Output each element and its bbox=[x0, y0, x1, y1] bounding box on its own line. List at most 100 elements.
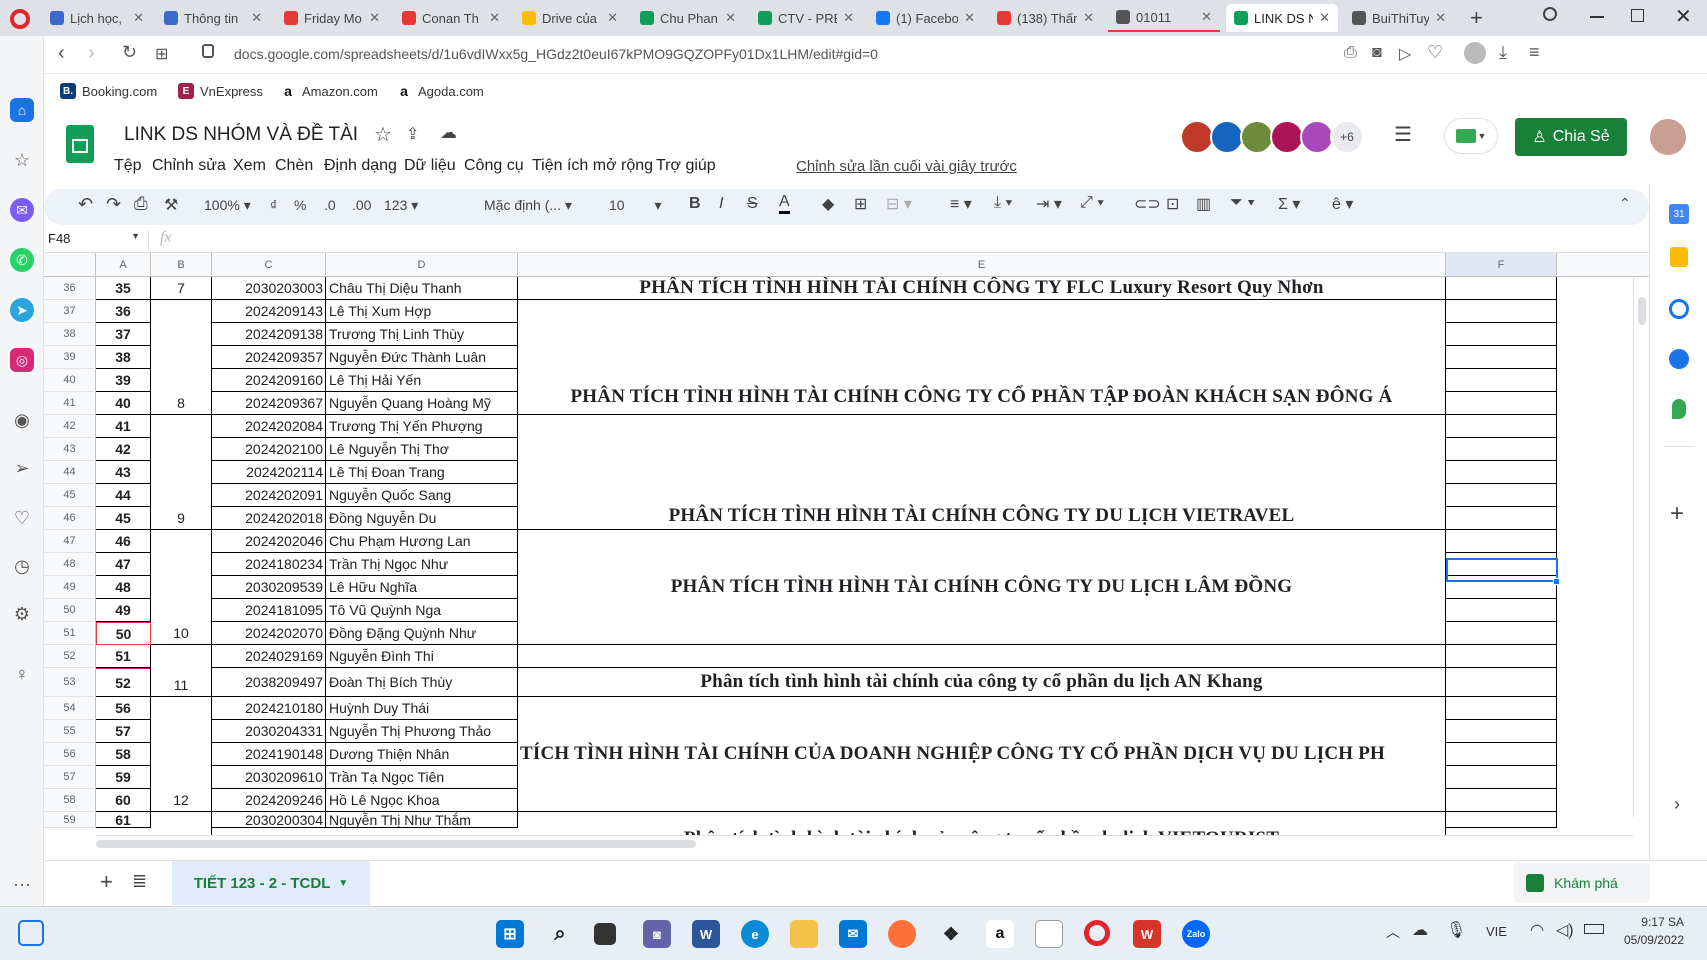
row-header[interactable]: 42 bbox=[44, 415, 96, 438]
topic-cell[interactable]: PHÂN TÍCH TÌNH HÌNH TÀI CHÍNH CÔNG TY DU… bbox=[518, 530, 1446, 645]
zalo-icon[interactable]: Zalo bbox=[1182, 920, 1210, 948]
paint-format-icon[interactable]: ⚒ bbox=[164, 195, 178, 215]
close-tab-icon[interactable]: ✕ bbox=[1435, 10, 1446, 26]
student-name-cell[interactable]: Trương Thị Linh Thùy bbox=[326, 323, 518, 346]
bookmark-agoda[interactable]: a Agoda.com bbox=[396, 83, 484, 99]
student-name-cell[interactable]: Nguyễn Thị Như Thắm bbox=[326, 812, 518, 828]
increase-decimal-button[interactable]: .00 bbox=[352, 197, 371, 213]
document-icon[interactable] bbox=[1035, 920, 1063, 948]
tab-overview-icon[interactable]: ⊞ bbox=[155, 44, 168, 64]
row-header[interactable]: 45 bbox=[44, 484, 96, 507]
browser-tab[interactable]: Thông tin ✕ bbox=[156, 4, 270, 32]
empty-cell[interactable] bbox=[1446, 530, 1557, 553]
opera-icon[interactable] bbox=[1084, 920, 1110, 946]
student-name-cell[interactable]: Nguyễn Quốc Sang bbox=[326, 484, 518, 507]
avatar[interactable] bbox=[1270, 120, 1304, 154]
calendar-icon[interactable]: 31 bbox=[1669, 204, 1689, 224]
empty-cell[interactable] bbox=[1446, 461, 1557, 484]
empty-cell[interactable] bbox=[1446, 645, 1557, 668]
zoom-select[interactable]: 100% ▾ bbox=[204, 197, 251, 214]
stt-cell[interactable]: 49 bbox=[96, 599, 151, 622]
volume-icon[interactable]: ◁) bbox=[1556, 920, 1574, 940]
menu-item[interactable]: Công cụ bbox=[464, 157, 524, 175]
empty-cell[interactable] bbox=[1446, 484, 1557, 507]
all-sheets-button[interactable]: ≣ bbox=[132, 871, 147, 892]
print-icon[interactable]: ⎙ bbox=[134, 194, 148, 214]
student-id-cell[interactable]: 2030204331 bbox=[212, 720, 326, 743]
stt-cell[interactable]: 50 bbox=[96, 622, 151, 645]
student-id-cell[interactable]: 2024209367 bbox=[212, 392, 326, 415]
add-addon-icon[interactable]: + bbox=[1670, 500, 1684, 528]
browser-tab[interactable]: (138) Thấm ✕ bbox=[989, 4, 1102, 32]
meet-button[interactable]: ▼ bbox=[1444, 118, 1498, 154]
empty-cell[interactable] bbox=[1446, 323, 1557, 346]
percent-format-button[interactable]: % bbox=[294, 197, 306, 213]
filter-icon[interactable]: ⏷ ▾ bbox=[1230, 194, 1255, 212]
topic-cell[interactable]: Phân tích tình hình tài chính của công t… bbox=[518, 668, 1446, 697]
language-indicator[interactable]: VIE bbox=[1486, 924, 1507, 939]
clock-time[interactable]: 9:17 SA bbox=[1620, 915, 1684, 929]
tray-chevron-icon[interactable]: ︿ bbox=[1386, 922, 1400, 942]
tasks-icon[interactable] bbox=[1669, 299, 1689, 319]
close-tab-icon[interactable]: ✕ bbox=[1201, 9, 1212, 25]
forward-icon[interactable]: › bbox=[88, 42, 95, 65]
close-tab-icon[interactable]: ✕ bbox=[964, 10, 975, 26]
student-name-cell[interactable]: Lê Thị Đoan Trang bbox=[326, 461, 518, 484]
empty-cell[interactable] bbox=[1446, 415, 1557, 438]
student-id-cell[interactable]: 2024209246 bbox=[212, 789, 326, 812]
undo-icon[interactable]: ↶ bbox=[78, 194, 93, 215]
student-name-cell[interactable]: Đoàn Thị Bích Thùy bbox=[326, 668, 518, 697]
stt-cell[interactable]: 36 bbox=[96, 300, 151, 323]
align-horizontal-icon[interactable]: ≡ ▾ bbox=[950, 194, 972, 214]
student-name-cell[interactable]: Trần Thị Ngọc Như bbox=[326, 553, 518, 576]
stt-cell[interactable]: 41 bbox=[96, 415, 151, 438]
reload-icon[interactable]: ↻ bbox=[122, 42, 137, 63]
group-cell[interactable]: 7 bbox=[151, 277, 212, 300]
close-tab-icon[interactable]: ✕ bbox=[133, 10, 144, 26]
student-id-cell[interactable]: 2024202100 bbox=[212, 438, 326, 461]
student-name-cell[interactable]: Đồng Đặng Quỳnh Như bbox=[326, 622, 518, 645]
browser-tab[interactable]: CTV - PRE ✕ bbox=[750, 4, 862, 32]
student-id-cell[interactable]: 2024029169 bbox=[212, 645, 326, 668]
empty-cell[interactable] bbox=[1446, 622, 1557, 645]
start-icon[interactable]: ⊞ bbox=[496, 920, 524, 948]
col-header-e[interactable]: E bbox=[518, 253, 1446, 277]
input-tools-icon[interactable]: ê ▾ bbox=[1332, 194, 1353, 214]
topic-cell[interactable]: TÍCH TÌNH HÌNH TÀI CHÍNH CỦA DOANH NGHIỆ… bbox=[518, 697, 1446, 812]
merge-cells-icon[interactable]: ⊟ ▾ bbox=[886, 194, 912, 214]
minimize-button[interactable] bbox=[1590, 16, 1604, 18]
group-cell[interactable]: 12 bbox=[151, 697, 212, 812]
browser-tab[interactable]: (1) Facebo ✕ bbox=[868, 4, 983, 32]
student-id-cell[interactable]: 2024209357 bbox=[212, 346, 326, 369]
font-size-select[interactable]: 10 ▾ bbox=[609, 197, 669, 214]
stt-cell[interactable]: 44 bbox=[96, 484, 151, 507]
col-header-c[interactable]: C bbox=[212, 253, 326, 277]
menu-item[interactable]: Tiện ích mở rộng bbox=[532, 157, 653, 175]
redo-icon[interactable]: ↷ bbox=[106, 194, 121, 215]
stt-cell[interactable]: 60 bbox=[96, 789, 151, 812]
wifi-icon[interactable]: ◠ bbox=[1530, 920, 1544, 940]
settings-icon[interactable]: ⚙ bbox=[10, 602, 34, 626]
download-icon[interactable]: ⤓ bbox=[1499, 42, 1507, 63]
decrease-decimal-button[interactable]: .0 bbox=[324, 197, 336, 213]
empty-cell[interactable] bbox=[1446, 346, 1557, 369]
keep-icon[interactable] bbox=[1670, 247, 1688, 267]
bookmark-amazon[interactable]: a Amazon.com bbox=[280, 83, 378, 99]
cloud-status-icon[interactable]: ☁ bbox=[440, 123, 457, 143]
empty-cell[interactable] bbox=[1446, 697, 1557, 720]
row-header[interactable]: 59 bbox=[44, 812, 96, 828]
stt-cell[interactable]: 40 bbox=[96, 392, 151, 415]
font-select[interactable]: Mặc định (... ▾ bbox=[484, 197, 584, 214]
student-name-cell[interactable]: Đồng Nguyễn Du bbox=[326, 507, 518, 530]
edge-icon[interactable]: e bbox=[741, 920, 769, 948]
student-name-cell[interactable]: Dương Thiện Nhân bbox=[326, 743, 518, 766]
student-name-cell[interactable]: Nguyễn Thị Phương Thảo bbox=[326, 720, 518, 743]
empty-cell[interactable] bbox=[1446, 507, 1557, 530]
student-id-cell[interactable]: 2038209497 bbox=[212, 668, 326, 697]
empty-cell[interactable] bbox=[1446, 789, 1557, 812]
menu-item[interactable]: Xem bbox=[233, 157, 266, 175]
stt-cell[interactable]: 42 bbox=[96, 438, 151, 461]
student-name-cell[interactable]: Hồ Lê Ngọc Khoa bbox=[326, 789, 518, 812]
messenger-icon[interactable]: ✉ bbox=[10, 198, 34, 222]
close-tab-icon[interactable]: ✕ bbox=[369, 10, 380, 26]
